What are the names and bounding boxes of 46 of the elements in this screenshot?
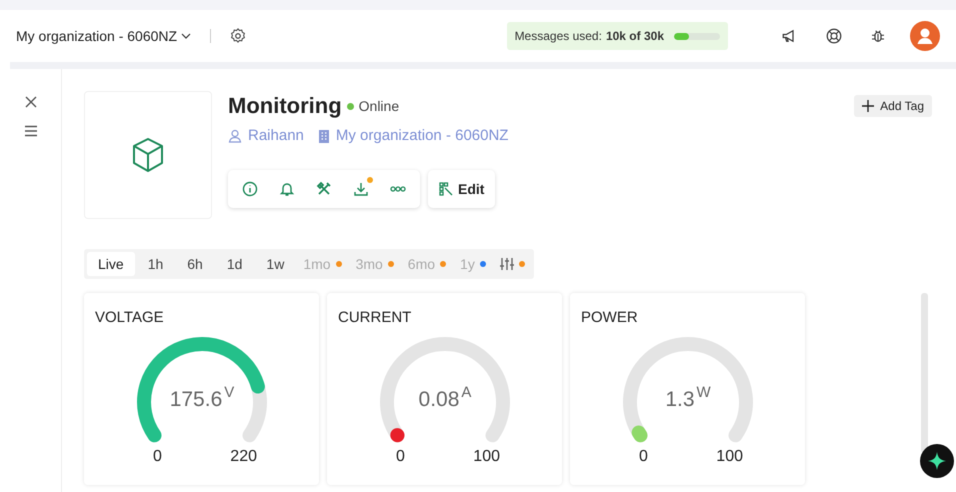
- close-icon[interactable]: [24, 95, 38, 109]
- device-title: Monitoring: [228, 93, 342, 119]
- edit-icon: [439, 182, 453, 196]
- chevron-down-icon: [180, 32, 192, 40]
- gauge-min: 0: [153, 448, 162, 466]
- tools-icon[interactable]: [316, 181, 332, 197]
- gauge-min: 0: [396, 448, 405, 466]
- status-label: Online: [358, 98, 400, 114]
- messages-label: Messages used:: [514, 29, 602, 43]
- gauge-unit: V: [224, 384, 234, 401]
- info-icon[interactable]: [242, 181, 258, 197]
- gauge-max: 100: [473, 448, 500, 466]
- time-range-tab[interactable]: 1h: [136, 252, 174, 276]
- cube-icon: [131, 137, 165, 173]
- gauge-unit: A: [461, 384, 472, 401]
- bell-icon[interactable]: [279, 181, 295, 197]
- scrollbar[interactable]: [921, 293, 928, 453]
- gauge-max: 100: [716, 448, 743, 466]
- gauge-value: 175.6: [170, 388, 222, 412]
- gauge-min: 0: [639, 448, 648, 466]
- building-icon: [318, 128, 330, 142]
- avatar-icon[interactable]: [910, 21, 940, 51]
- messages-count: 10k of 30k: [606, 29, 664, 43]
- time-range-tab[interactable]: 6h: [176, 252, 214, 276]
- gauge-value: 1.3: [665, 388, 695, 412]
- assistant-button[interactable]: [920, 444, 954, 478]
- gauge-value: 0.08: [418, 388, 460, 412]
- download-icon[interactable]: [353, 181, 369, 197]
- user-icon: [228, 128, 242, 142]
- time-range-tab[interactable]: 1d: [216, 252, 254, 276]
- sliders-icon: [500, 257, 514, 271]
- gauge-max: 220: [230, 448, 257, 466]
- gauge-unit: W: [696, 384, 711, 401]
- gauge-title: CURRENT: [338, 309, 412, 326]
- plus-icon: [862, 100, 874, 112]
- lifebuoy-icon[interactable]: [825, 27, 843, 45]
- time-range-tab[interactable]: 1w: [255, 252, 296, 276]
- menu-icon[interactable]: [24, 125, 38, 137]
- gauge-title: POWER: [581, 309, 639, 326]
- more-icon[interactable]: [390, 186, 406, 192]
- settings-icon[interactable]: [229, 27, 248, 45]
- gauge-title: VOLTAGE: [95, 309, 165, 326]
- add-tag-button[interactable]: Add Tag: [854, 95, 932, 117]
- organization-dropdown[interactable]: My organization - 6060NZ: [16, 28, 192, 44]
- time-range-tab[interactable]: Live: [87, 252, 135, 276]
- edit-button[interactable]: Edit: [428, 170, 496, 208]
